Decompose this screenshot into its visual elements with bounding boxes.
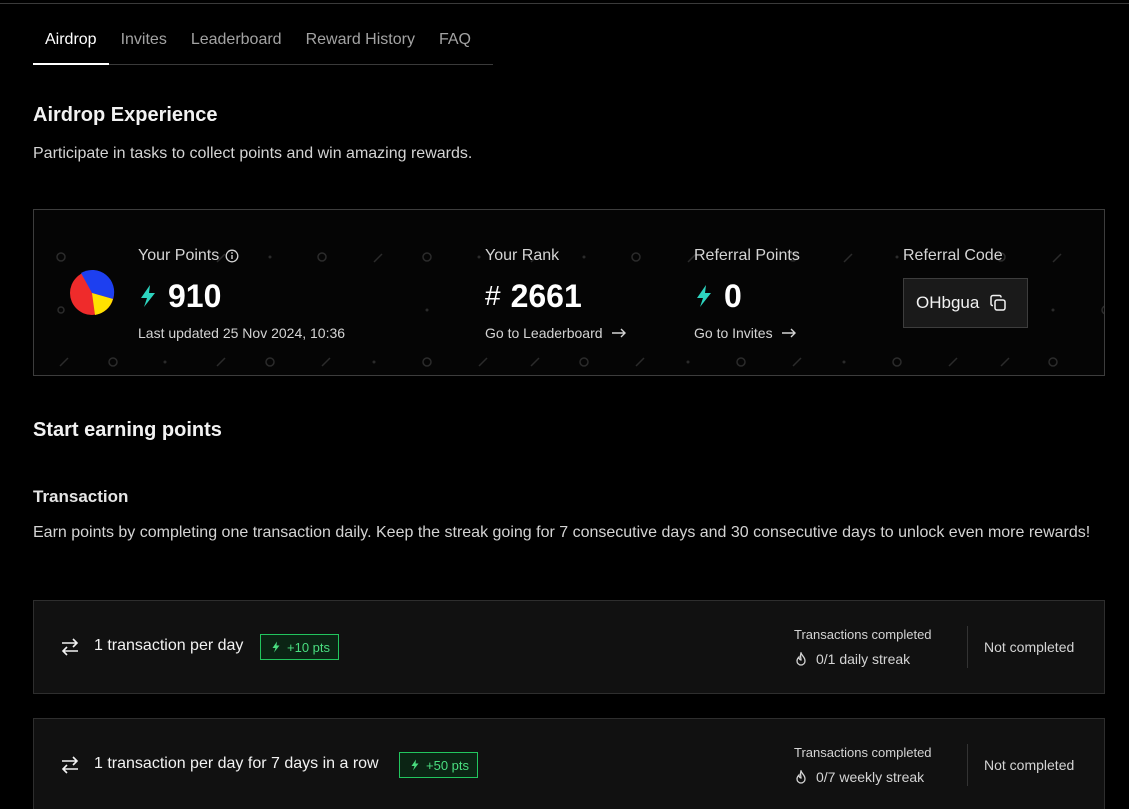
flame-icon (796, 651, 806, 666)
lightning-bolt-icon (411, 759, 419, 771)
info-icon[interactable] (225, 249, 239, 263)
transaction-section-title: Transaction (33, 487, 129, 506)
page-subtitle: Participate in tasks to collect points a… (33, 145, 473, 162)
task-title: 1 transaction per day for 7 days in a ro… (94, 755, 379, 772)
points-badge-label: +10 pts (287, 639, 331, 655)
flame-icon (796, 769, 806, 784)
start-earning-title: Start earning points (33, 419, 222, 441)
top-divider (0, 3, 1129, 4)
arrow-right-icon (611, 328, 626, 338)
task-title: 1 transaction per day (94, 637, 244, 654)
stats-card: Your Points 910 Last updated 25 Nov 2024… (33, 209, 1105, 376)
last-updated-text: Last updated 25 Nov 2024, 10:36 (138, 325, 346, 341)
points-badge: +50 pts (399, 752, 479, 778)
lightning-bolt-icon (697, 285, 711, 307)
task-completion-status: Not completed (984, 757, 1075, 773)
referral-code-stat: Referral Code OHbgua (903, 246, 1028, 328)
your-points-label: Your Points (138, 247, 220, 264)
task-status-label: Transactions completed (794, 627, 932, 642)
task-streak: 0/7 weekly streak (794, 769, 924, 785)
task-divider (967, 744, 968, 786)
avatar (70, 269, 115, 315)
referral-points-value: 0 (724, 277, 742, 314)
referral-points-stat: Referral Points 0 Go to Invites (694, 246, 800, 342)
transaction-description: Earn points by completing one transactio… (33, 524, 1091, 541)
referral-code-value: OHbgua (916, 293, 980, 312)
your-rank-value: 2661 (510, 277, 582, 314)
arrow-right-icon (781, 328, 796, 338)
tab-bar: Airdrop Invites Leaderboard Reward Histo… (33, 20, 493, 65)
go-to-invites-label: Go to Invites (694, 325, 773, 341)
copy-icon (990, 294, 1007, 311)
task-completion-status: Not completed (984, 639, 1075, 655)
lightning-bolt-icon (141, 285, 155, 307)
copy-referral-code-button[interactable]: OHbgua (903, 278, 1028, 328)
task-status-label: Transactions completed (794, 745, 932, 760)
task-divider (967, 626, 968, 668)
referral-code-label: Referral Code (903, 247, 1003, 264)
task-streak-text: 0/1 daily streak (816, 651, 911, 667)
your-rank-label: Your Rank (485, 247, 560, 264)
hash-icon: # (485, 280, 501, 311)
tab-faq[interactable]: FAQ (427, 20, 483, 65)
task-streak-text: 0/7 weekly streak (816, 769, 925, 785)
tab-invites[interactable]: Invites (109, 20, 179, 65)
page-title: Airdrop Experience (33, 104, 218, 126)
swap-arrows-icon (61, 638, 79, 656)
your-rank-stat: Your Rank # 2661 Go to Leaderboard (485, 246, 627, 342)
tab-airdrop[interactable]: Airdrop (33, 20, 109, 65)
task-streak: 0/1 daily streak (794, 651, 910, 667)
referral-points-label: Referral Points (694, 247, 800, 264)
tab-leaderboard[interactable]: Leaderboard (179, 20, 294, 65)
swap-arrows-icon (61, 756, 79, 774)
task-card-weekly: 1 transaction per day for 7 days in a ro… (33, 718, 1105, 809)
go-to-leaderboard-label: Go to Leaderboard (485, 325, 603, 341)
lightning-bolt-icon (272, 641, 280, 653)
task-card-daily: 1 transaction per day +10 pts Transactio… (33, 600, 1105, 694)
points-badge: +10 pts (260, 634, 340, 660)
your-points-stat: Your Points 910 Last updated 25 Nov 2024… (138, 246, 345, 342)
go-to-leaderboard-link[interactable]: Go to Leaderboard (485, 324, 627, 342)
your-points-value: 910 (168, 277, 222, 314)
tab-reward-history[interactable]: Reward History (294, 20, 427, 65)
points-badge-label: +50 pts (426, 757, 470, 773)
go-to-invites-link[interactable]: Go to Invites (694, 324, 800, 342)
